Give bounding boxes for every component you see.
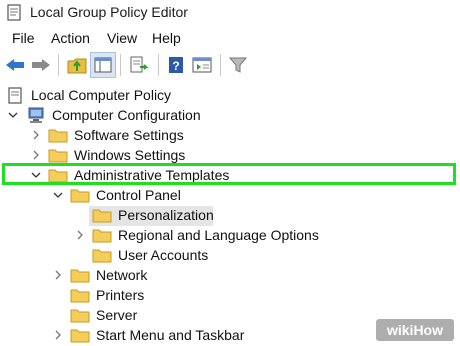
chevron-right-icon[interactable] [75,228,85,242]
show-hide-tree-button[interactable] [90,52,116,78]
tree-label: Personalization [118,207,214,223]
tree-label: Computer Configuration [52,107,201,123]
menu-action[interactable]: Action [51,30,90,46]
tree-label: Start Menu and Taskbar [96,327,245,343]
tree-item-regional-language[interactable]: Regional and Language Options [0,226,460,246]
export-list-icon [130,56,149,73]
back-button[interactable] [2,52,28,78]
filter-button[interactable] [225,52,251,78]
filter-icon [229,57,247,73]
tree-label: Printers [96,287,145,303]
forward-arrow-icon [32,59,50,71]
tree-label: Network [96,267,148,283]
tree-label: Local Computer Policy [31,87,172,103]
menu-bar: File Action View Help [0,28,460,48]
tree-item-computer-configuration[interactable]: Computer Configuration [0,106,460,126]
tree-item-local-computer-policy[interactable]: Local Computer Policy [0,86,460,106]
folder-icon [92,229,112,243]
chevron-down-icon[interactable] [53,188,63,202]
policy-document-icon [8,87,22,104]
chevron-right-icon[interactable] [31,148,41,162]
tree-label: Server [96,307,138,323]
toolbar: ? [0,50,460,80]
chevron-down-icon[interactable] [8,108,18,122]
properties-view-icon [192,57,212,73]
folder-icon [70,189,90,203]
document-icon [7,4,21,21]
annotation-highlight-box [2,163,456,185]
title-bar: Local Group Policy Editor [0,0,460,26]
forward-button[interactable] [28,52,54,78]
properties-view-button[interactable] [189,52,215,78]
tree-label: Control Panel [96,187,181,203]
folder-icon [70,289,90,303]
tree-item-personalization[interactable]: Personalization [0,206,460,226]
folder-icon [48,129,68,143]
tree-label: Windows Settings [74,147,186,163]
console-tree: Local Computer Policy Computer Configura… [0,84,460,345]
help-icon: ? [169,57,183,73]
menu-help[interactable]: Help [152,30,181,46]
chevron-right-icon[interactable] [53,328,63,342]
folder-icon [70,269,90,283]
tree-item-software-settings[interactable]: Software Settings [0,126,460,146]
export-list-button[interactable] [126,52,152,78]
up-level-button[interactable] [64,52,90,78]
tree-item-network[interactable]: Network [0,266,460,286]
tree-item-control-panel[interactable]: Control Panel [0,186,460,206]
folder-icon [48,149,68,163]
folder-icon [92,209,112,223]
folder-icon [70,309,90,323]
tree-label: User Accounts [118,247,209,263]
chevron-right-icon[interactable] [53,268,63,282]
chevron-right-icon[interactable] [31,128,41,142]
console-tree-icon [94,57,112,73]
folder-icon [70,329,90,343]
help-button[interactable]: ? [163,52,189,78]
computer-icon [28,107,44,123]
folder-icon [92,249,112,263]
tree-item-printers[interactable]: Printers [0,286,460,306]
back-arrow-icon [6,59,24,71]
folder-up-icon [67,58,87,74]
window-title: Local Group Policy Editor [30,4,188,20]
menu-view[interactable]: View [107,30,137,46]
tree-item-user-accounts[interactable]: User Accounts [0,246,460,266]
tree-label: Software Settings [74,127,184,143]
wikihow-watermark: wikiHow [376,319,454,341]
tree-label: Regional and Language Options [118,227,319,243]
menu-file[interactable]: File [12,30,35,46]
svg-text:?: ? [172,59,179,73]
